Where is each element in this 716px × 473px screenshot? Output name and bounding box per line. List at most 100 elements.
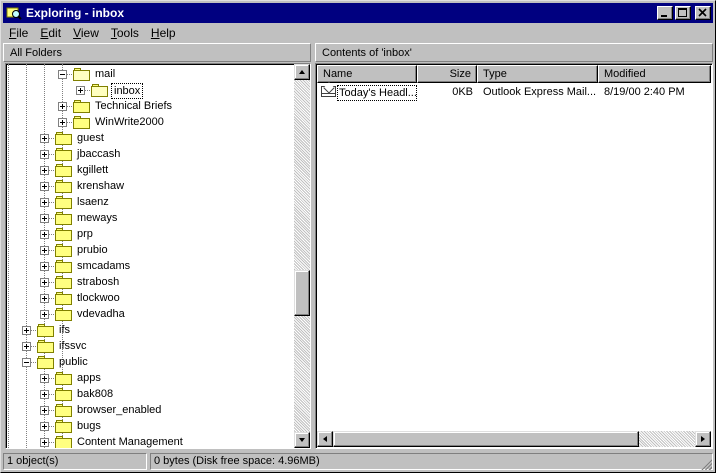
tree-item-prp[interactable]: prp <box>6 226 296 242</box>
tree-item-inbox[interactable]: inbox <box>6 82 296 99</box>
expand-plus-icon[interactable] <box>40 278 49 287</box>
file-row[interactable]: Today's Headl... 0KB Outlook Express Mai… <box>317 84 711 101</box>
expand-plus-icon[interactable] <box>58 118 67 127</box>
file-modified: 8/19/00 2:40 PM <box>604 86 685 98</box>
tree-item-bak808[interactable]: bak808 <box>6 386 296 402</box>
expand-plus-icon[interactable] <box>40 422 49 431</box>
folder-tree[interactable]: mail inbox Technical Briefs WinWrite2000 gue… <box>5 63 311 449</box>
folder-icon <box>55 436 72 448</box>
expand-plus-icon[interactable] <box>40 262 49 271</box>
tree-item-content-management[interactable]: Content Management <box>6 434 296 448</box>
folder-icon <box>55 196 72 209</box>
maximize-button[interactable] <box>675 6 691 20</box>
expand-plus-icon[interactable] <box>40 150 49 159</box>
tree-item-krenshaw[interactable]: krenshaw <box>6 178 296 194</box>
menu-label-rest: dit <box>48 26 62 40</box>
expand-plus-icon[interactable] <box>40 134 49 143</box>
column-header-modified[interactable]: Modified <box>598 65 711 83</box>
tree-item-bugs[interactable]: bugs <box>6 418 296 434</box>
tree-item-label: guest <box>77 132 104 144</box>
menu-file[interactable]: File <box>3 26 34 40</box>
tree-item-smcadams[interactable]: smcadams <box>6 258 296 274</box>
tree-item-strabosh[interactable]: strabosh <box>6 274 296 290</box>
folder-icon <box>55 372 72 385</box>
resize-grip-icon[interactable] <box>700 458 712 470</box>
explorer-app-icon[interactable] <box>6 5 22 21</box>
scroll-down-button[interactable] <box>294 432 310 448</box>
collapse-minus-icon[interactable] <box>58 70 67 79</box>
tree-scroll-thumb[interactable] <box>294 270 310 316</box>
expand-plus-icon[interactable] <box>40 182 49 191</box>
tree-item-public[interactable]: public <box>6 354 296 370</box>
column-header-name[interactable]: Name <box>317 65 417 83</box>
tree-item-meways[interactable]: meways <box>6 210 296 226</box>
menu-edit[interactable]: Edit <box>34 26 67 40</box>
tree-item-label: bugs <box>77 420 101 432</box>
close-button[interactable] <box>695 6 711 20</box>
expand-plus-icon[interactable] <box>40 390 49 399</box>
menu-help[interactable]: Help <box>145 26 182 40</box>
expand-plus-icon[interactable] <box>40 214 49 223</box>
folder-icon <box>37 340 54 353</box>
expand-plus-icon[interactable] <box>40 198 49 207</box>
list-scroll-thumb[interactable] <box>333 431 639 447</box>
folder-icon <box>55 308 72 321</box>
menu-bar: File Edit View Tools Help <box>3 24 713 42</box>
expand-plus-icon[interactable] <box>40 294 49 303</box>
tree-item-browser-enabled[interactable]: browser_enabled <box>6 402 296 418</box>
menu-label-rest: ools <box>116 26 139 40</box>
folder-icon <box>37 324 54 337</box>
tree-item-jbaccash[interactable]: jbaccash <box>6 146 296 162</box>
tree-vertical-scrollbar[interactable] <box>294 64 310 448</box>
expand-plus-icon[interactable] <box>22 342 31 351</box>
column-header-type[interactable]: Type <box>477 65 598 83</box>
expand-plus-icon[interactable] <box>40 246 49 255</box>
list-horizontal-scrollbar[interactable] <box>317 431 711 447</box>
tree-item-mail[interactable]: mail <box>6 66 296 82</box>
tree-item-label: prubio <box>77 244 108 256</box>
scroll-left-button[interactable] <box>317 431 333 447</box>
folder-icon <box>55 260 72 273</box>
expand-plus-icon[interactable] <box>22 326 31 335</box>
scroll-right-button[interactable] <box>695 431 711 447</box>
expand-plus-icon[interactable] <box>40 374 49 383</box>
tree-item-label: Content Management <box>77 436 183 448</box>
tree-item-lsaenz[interactable]: lsaenz <box>6 194 296 210</box>
tree-item-tlockwoo[interactable]: tlockwoo <box>6 290 296 306</box>
arrow-down-icon <box>299 438 305 442</box>
expand-plus-icon[interactable] <box>40 406 49 415</box>
tree-item-technical-briefs[interactable]: Technical Briefs <box>6 98 296 114</box>
scroll-up-button[interactable] <box>294 64 310 80</box>
tree-item-ifssvc[interactable]: ifssvc <box>6 338 296 354</box>
tree-item-vdevadha[interactable]: vdevadha <box>6 306 296 322</box>
tree-item-apps[interactable]: apps <box>6 370 296 386</box>
expand-plus-icon[interactable] <box>40 230 49 239</box>
folder-icon <box>73 100 90 113</box>
menu-view[interactable]: View <box>67 26 105 40</box>
menu-label-rest: elp <box>159 26 176 40</box>
expand-plus-icon[interactable] <box>76 86 85 95</box>
minimize-button[interactable] <box>657 6 673 20</box>
tree-item-label: kgillett <box>77 164 109 176</box>
menu-tools[interactable]: Tools <box>105 26 145 40</box>
file-list[interactable]: Name Size Type Modified Today's Headl...… <box>315 63 713 449</box>
expand-plus-icon[interactable] <box>58 102 67 111</box>
folder-icon <box>55 132 72 145</box>
expand-plus-icon[interactable] <box>40 438 49 447</box>
tree-item-label: tlockwoo <box>77 292 120 304</box>
collapse-minus-icon[interactable] <box>22 358 31 367</box>
expand-plus-icon[interactable] <box>40 166 49 175</box>
column-header-size[interactable]: Size <box>417 65 477 83</box>
tree-item-guest[interactable]: guest <box>6 130 296 146</box>
tree-item-kgillett[interactable]: kgillett <box>6 162 296 178</box>
title-bar[interactable]: Exploring - inbox <box>3 3 713 23</box>
folder-icon <box>55 420 72 433</box>
tree-item-prubio[interactable]: prubio <box>6 242 296 258</box>
minimize-icon <box>661 15 667 17</box>
folder-icon <box>55 276 72 289</box>
expand-plus-icon[interactable] <box>40 310 49 319</box>
tree-item-label: public <box>59 356 88 368</box>
folder-icon <box>55 164 72 177</box>
tree-item-ifs[interactable]: ifs <box>6 322 296 338</box>
tree-item-winwrite2000[interactable]: WinWrite2000 <box>6 114 296 130</box>
